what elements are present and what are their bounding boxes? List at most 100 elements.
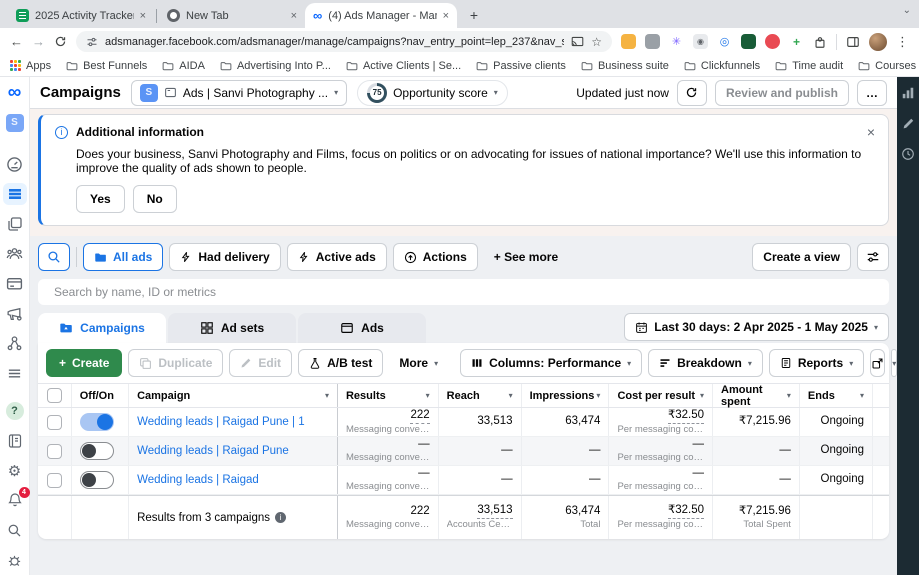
account-badge[interactable]: S: [3, 112, 27, 134]
campaign-name-link[interactable]: Wedding leads | Raigad Pune | 1: [137, 416, 305, 428]
column-header-impressions[interactable]: Impressions▾: [522, 384, 610, 407]
bookmark-folder[interactable]: Clickfunnels: [684, 60, 760, 72]
filter-had-delivery[interactable]: Had delivery: [169, 243, 280, 271]
no-button[interactable]: No: [133, 185, 177, 213]
column-header-results[interactable]: Results▾: [338, 384, 439, 407]
row-checkbox[interactable]: [47, 473, 62, 488]
bookmark-folder[interactable]: Advertising Into P...: [220, 60, 331, 72]
table-row[interactable]: Wedding leads | Raigad Pune | 1 222Messa…: [38, 408, 889, 437]
back-button[interactable]: ←: [10, 35, 23, 48]
profile-avatar[interactable]: [869, 33, 887, 51]
campaigns-nav-icon[interactable]: [3, 183, 27, 205]
edit-button[interactable]: Edit: [229, 349, 292, 377]
column-header-campaign[interactable]: Campaign▾: [129, 384, 338, 407]
cost-total[interactable]: ₹32.50: [668, 504, 704, 519]
bookmark-star-icon[interactable]: ☆: [591, 36, 602, 48]
date-range-selector[interactable]: Last 30 days: 2 Apr 2025 - 1 May 2025▾: [624, 313, 889, 341]
reach-total[interactable]: 33,513: [477, 504, 512, 519]
tab-campaigns[interactable]: Campaigns: [38, 313, 166, 343]
site-settings-icon[interactable]: [86, 36, 98, 48]
filter-search-button[interactable]: [38, 243, 70, 271]
column-header-amount-spent[interactable]: Amount spent▾: [713, 384, 800, 407]
tab-ad-sets[interactable]: Ad sets: [168, 313, 296, 343]
business-record-icon[interactable]: [3, 430, 27, 452]
ad-account-selector[interactable]: S Ads | Sanvi Photography ... ▾: [131, 80, 347, 106]
filter-actions[interactable]: Actions: [393, 243, 478, 271]
extension-icon[interactable]: [741, 34, 756, 49]
yes-button[interactable]: Yes: [76, 185, 125, 213]
meta-logo[interactable]: ∞: [3, 82, 27, 104]
filter-active-ads[interactable]: Active ads: [287, 243, 387, 271]
extension-icon[interactable]: [765, 34, 780, 49]
sort-caret-icon[interactable]: ▾: [787, 391, 791, 400]
banner-close-icon[interactable]: ×: [867, 124, 875, 140]
table-row[interactable]: Wedding leads | Raigad Pune —Messaging c…: [38, 437, 889, 466]
columns-button[interactable]: Columns: Performance▾: [460, 349, 642, 377]
bookmark-apps[interactable]: Apps: [10, 60, 51, 72]
extensions-puzzle-icon[interactable]: [813, 35, 827, 49]
bookmark-folder[interactable]: Active Clients | Se...: [346, 60, 461, 72]
reports-button[interactable]: Reports▾: [769, 349, 864, 377]
campaign-name-link[interactable]: Wedding leads | Raigad Pune: [137, 445, 289, 457]
cost-value[interactable]: ₹32.50: [668, 409, 704, 424]
settings-gear-icon[interactable]: ⚙: [3, 460, 27, 482]
browser-tab-new-tab[interactable]: New Tab ×: [159, 3, 305, 28]
campaign-toggle[interactable]: [80, 442, 114, 460]
help-icon[interactable]: ?: [3, 400, 27, 422]
bookmark-folder[interactable]: Passive clients: [476, 60, 566, 72]
extension-icon[interactable]: ✳: [669, 34, 684, 49]
cast-icon[interactable]: [571, 35, 584, 48]
sort-caret-icon[interactable]: ▾: [700, 391, 704, 400]
close-icon[interactable]: ×: [443, 10, 449, 22]
report-bug-icon[interactable]: [3, 549, 27, 571]
more-button[interactable]: More▾: [389, 349, 448, 377]
window-chevron-icon[interactable]: ⌄: [903, 5, 911, 16]
tab-ads[interactable]: Ads: [298, 313, 426, 343]
extension-icon[interactable]: [645, 34, 660, 49]
bookmark-folder[interactable]: Courses: [858, 60, 916, 72]
extension-icon[interactable]: ◎: [717, 34, 732, 49]
export-button[interactable]: [870, 349, 885, 377]
see-more-filters[interactable]: + See more: [484, 243, 568, 271]
header-more-button[interactable]: …: [857, 80, 887, 106]
bookmark-folder[interactable]: Business suite: [581, 60, 669, 72]
duplicate-button[interactable]: Duplicate: [128, 349, 223, 377]
row-checkbox[interactable]: [47, 444, 62, 459]
sort-caret-icon[interactable]: ▾: [509, 391, 513, 400]
close-icon[interactable]: ×: [140, 10, 146, 22]
notifications-bell-icon[interactable]: 4: [3, 490, 27, 512]
campaign-toggle[interactable]: [80, 471, 114, 489]
view-settings-button[interactable]: [857, 243, 889, 271]
sort-caret-icon[interactable]: ▾: [860, 391, 864, 400]
select-all-checkbox[interactable]: [47, 388, 62, 403]
sort-caret-icon[interactable]: ▾: [325, 391, 329, 400]
opportunity-score[interactable]: 75 Opportunity score ▾: [357, 80, 508, 106]
sort-caret-icon[interactable]: ▾: [596, 391, 600, 400]
refresh-button[interactable]: [677, 80, 707, 106]
extension-icon[interactable]: +: [789, 34, 804, 49]
all-tools-menu-icon[interactable]: [3, 362, 27, 384]
new-tab-button[interactable]: +: [463, 4, 485, 26]
events-manager-icon[interactable]: [3, 333, 27, 355]
reload-button[interactable]: [54, 35, 67, 48]
campaign-toggle[interactable]: [80, 413, 114, 431]
billing-icon[interactable]: [3, 273, 27, 295]
review-and-publish-button[interactable]: Review and publish: [715, 80, 849, 106]
browser-tab-activity-tracker[interactable]: 2025 Activity Tracker - Goog ×: [8, 3, 154, 28]
create-button[interactable]: +Create: [46, 349, 122, 377]
row-checkbox[interactable]: [47, 415, 62, 430]
audiences-icon[interactable]: [3, 243, 27, 265]
column-header-ends[interactable]: Ends▾: [800, 384, 873, 407]
search-icon[interactable]: [3, 519, 27, 541]
edit-pencil-icon[interactable]: [902, 117, 915, 130]
ab-test-button[interactable]: A/B test: [298, 349, 383, 377]
account-overview-icon[interactable]: [3, 154, 27, 176]
column-header-reach[interactable]: Reach▾: [439, 384, 522, 407]
breakdown-button[interactable]: Breakdown▾: [648, 349, 763, 377]
column-header-cost-per-result[interactable]: Cost per result▾: [609, 384, 713, 407]
browser-tab-ads-manager[interactable]: ∞ (4) Ads Manager - Manage a ×: [305, 3, 457, 28]
url-text[interactable]: adsmanager.facebook.com/adsmanager/manag…: [105, 36, 564, 48]
create-a-view-button[interactable]: Create a view: [752, 243, 851, 271]
info-icon[interactable]: i: [275, 512, 286, 523]
results-value[interactable]: 222: [410, 409, 429, 424]
